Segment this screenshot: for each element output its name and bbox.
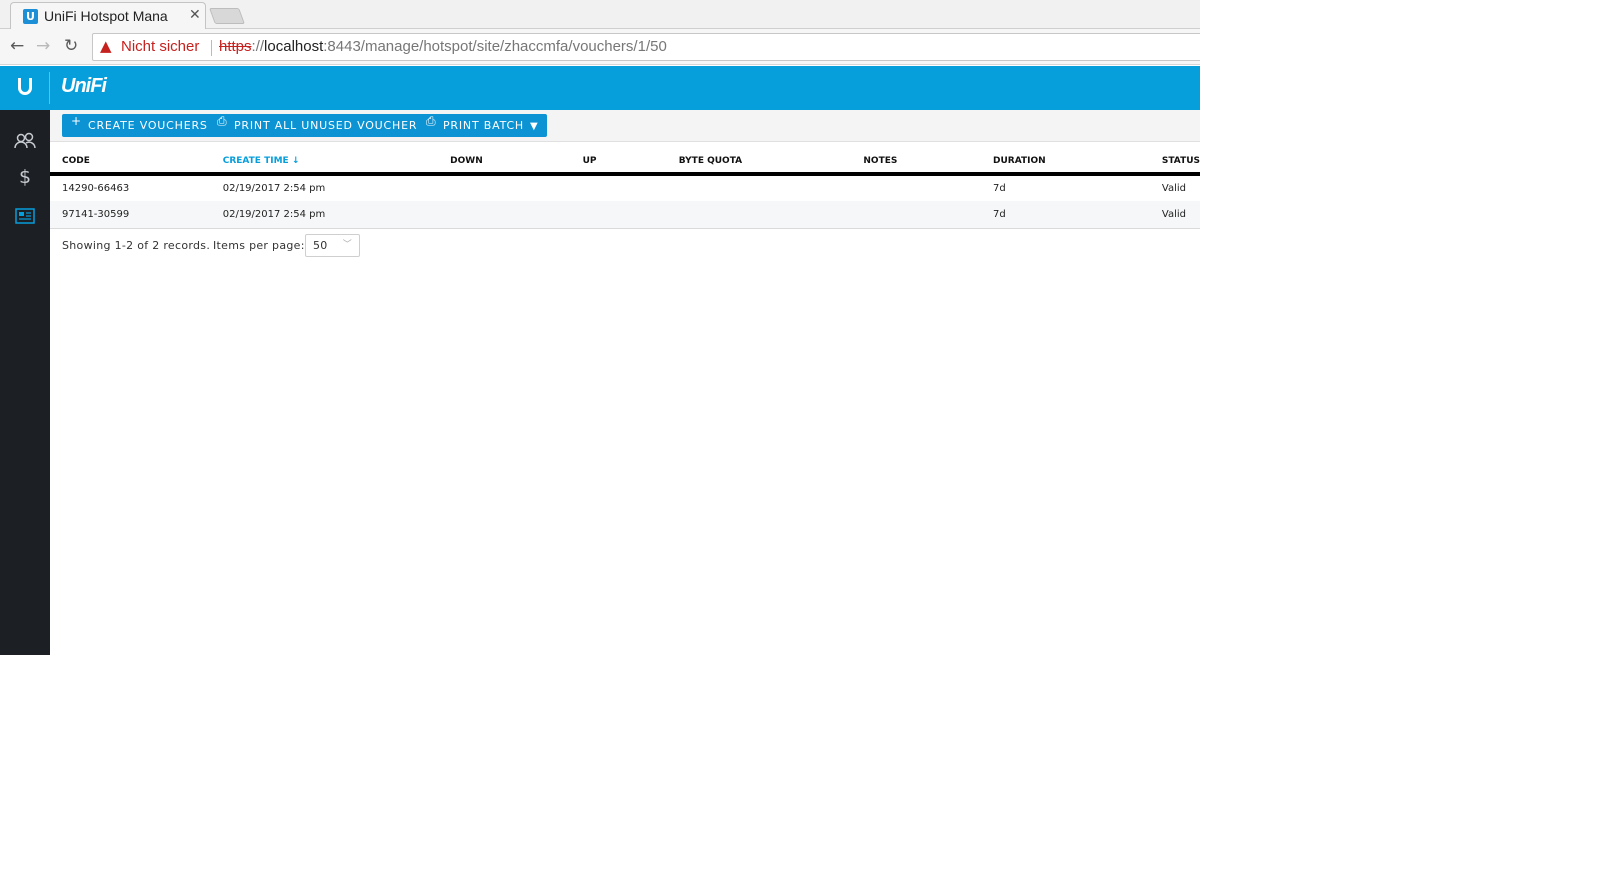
column-header-up[interactable]: UP bbox=[570, 150, 667, 176]
column-header-byte-quota[interactable]: BYTE QUOTA bbox=[666, 150, 852, 176]
create-vouchers-button[interactable]: + CREATE VOUCHERS bbox=[62, 114, 216, 137]
browser-window: U UniFi Hotspot Mana ✕ ← → ↻ ▲ Nicht sic… bbox=[0, 0, 1200, 655]
voucher-up bbox=[571, 174, 667, 201]
chevron-down-icon: ﹀ bbox=[342, 240, 352, 250]
column-header-status[interactable]: STATUS bbox=[1149, 150, 1200, 176]
url-separator: :// bbox=[251, 38, 265, 55]
column-header-duration[interactable]: DURATION bbox=[981, 150, 1150, 176]
column-header-create-time[interactable]: CREATE TIME ↓ bbox=[210, 150, 439, 176]
voucher-status: Valid bbox=[1149, 201, 1200, 229]
new-tab-button[interactable] bbox=[209, 8, 245, 24]
items-per-page-select[interactable]: 50 ﹀ bbox=[305, 234, 360, 257]
records-summary: Showing 1-2 of 2 records. bbox=[62, 239, 211, 252]
app-header: UniFi bbox=[0, 66, 1200, 110]
logo-divider bbox=[49, 72, 50, 104]
reload-icon[interactable]: ↻ bbox=[64, 36, 78, 56]
printer-icon: ⎙ bbox=[217, 114, 228, 128]
voucher-down bbox=[438, 201, 571, 229]
voucher-byte-quota bbox=[667, 174, 852, 201]
voucher-status: Valid bbox=[1161, 183, 1186, 194]
voucher-code: 14290-66463 bbox=[62, 183, 130, 194]
table-row[interactable]: 97141-30599 02/19/2017 2:54 pm 7d Valid bbox=[50, 201, 1200, 229]
voucher-duration: 7d bbox=[993, 183, 1006, 194]
tab-title: UniFi Hotspot Mana bbox=[44, 8, 168, 24]
divider bbox=[211, 40, 212, 56]
unifi-logo-text: UniFi bbox=[61, 75, 107, 97]
sidebar: $ bbox=[0, 110, 50, 655]
voucher-duration: 7d bbox=[981, 201, 1150, 229]
voucher-byte-quota bbox=[666, 201, 852, 229]
unifi-favicon-icon: U bbox=[23, 9, 38, 24]
dollar-icon[interactable]: $ bbox=[0, 166, 50, 188]
voucher-icon[interactable] bbox=[0, 208, 50, 229]
plus-icon: + bbox=[71, 114, 82, 128]
url-host: localhost bbox=[264, 38, 324, 55]
ubiquiti-logo-icon[interactable] bbox=[14, 75, 36, 99]
create-vouchers-label: CREATE VOUCHERS bbox=[88, 119, 208, 132]
table-header-row: CODE CREATE TIME ↓ DOWN UP BYTE QUOTA NO… bbox=[50, 150, 1200, 176]
url-text[interactable]: https://localhost:8443/manage/hotspot/si… bbox=[219, 38, 667, 55]
action-bar: + CREATE VOUCHERS ⎙ PRINT ALL UNUSED VOUCH… bbox=[50, 110, 1200, 142]
print-unused-vouchers-button[interactable]: ⎙ PRINT ALL UNUSED VOUCHERS bbox=[208, 114, 434, 137]
column-header-down[interactable]: DOWN bbox=[438, 150, 571, 176]
column-header-code[interactable]: CODE bbox=[50, 150, 211, 176]
tab-strip: U UniFi Hotspot Mana ✕ bbox=[0, 0, 1200, 30]
vouchers-table: CODE CREATE TIME ↓ DOWN UP BYTE QUOTA NO… bbox=[50, 150, 1200, 229]
column-header-notes[interactable]: NOTES bbox=[851, 150, 982, 176]
items-per-page-value: 50 bbox=[313, 239, 328, 252]
url-path: :8443/manage/hotspot/site/zhaccmfa/vouch… bbox=[323, 38, 667, 55]
chevron-down-icon: ▼ bbox=[530, 121, 539, 132]
print-batch-button[interactable]: ⎙ PRINT BATCH ▼ bbox=[417, 114, 547, 137]
printer-icon: ⎙ bbox=[426, 114, 437, 128]
voucher-down bbox=[438, 174, 570, 201]
back-arrow-icon[interactable]: ← bbox=[10, 36, 24, 56]
table-row[interactable]: 14290-66463 02/19/2017 2:54 pm 7d Valid bbox=[50, 174, 1200, 201]
main-content: + CREATE VOUCHERS ⎙ PRINT ALL UNUSED VOUCH… bbox=[50, 110, 1200, 655]
browser-tab[interactable]: U UniFi Hotspot Mana ✕ bbox=[10, 2, 206, 30]
print-unused-label: PRINT ALL UNUSED VOUCHERS bbox=[234, 119, 426, 132]
voucher-notes bbox=[851, 201, 982, 229]
forward-arrow-icon[interactable]: → bbox=[36, 36, 50, 56]
security-warning[interactable]: Nicht sicher bbox=[121, 38, 199, 55]
browser-toolbar: ← → ↻ ▲ Nicht sicher https://localhost:8… bbox=[0, 29, 1200, 65]
items-per-page-label: Items per page: bbox=[213, 239, 305, 252]
voucher-notes bbox=[851, 174, 981, 201]
warning-icon: ▲ bbox=[100, 37, 112, 55]
url-scheme: https bbox=[219, 38, 252, 55]
voucher-create-time: 02/19/2017 2:54 pm bbox=[222, 183, 326, 194]
close-tab-icon[interactable]: ✕ bbox=[189, 7, 201, 23]
address-bar[interactable]: ▲ Nicht sicher https://localhost:8443/ma… bbox=[92, 33, 1200, 61]
users-icon[interactable] bbox=[0, 132, 50, 155]
voucher-up bbox=[570, 201, 667, 229]
print-batch-label: PRINT BATCH bbox=[443, 119, 525, 132]
voucher-create-time: 02/19/2017 2:54 pm bbox=[210, 201, 439, 229]
voucher-code: 97141-30599 bbox=[50, 201, 211, 229]
